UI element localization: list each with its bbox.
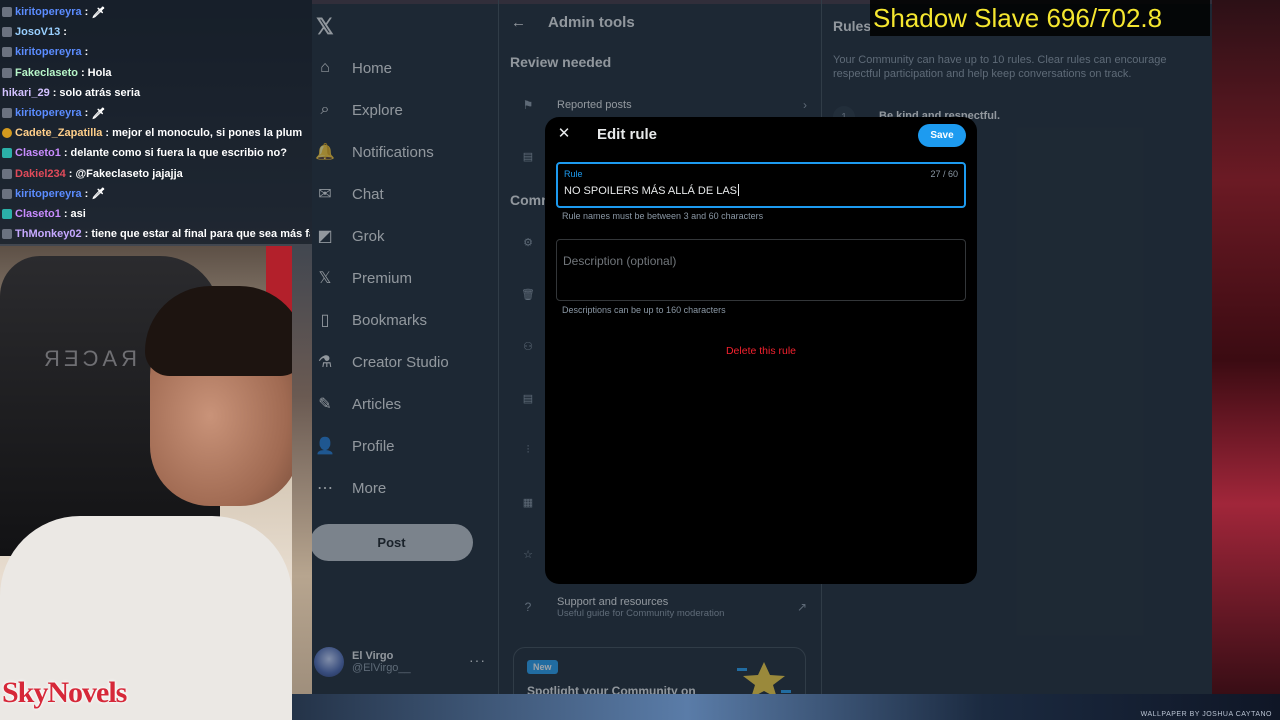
chat-badge-icon	[2, 229, 12, 240]
chat-message: Claseto1: asi	[2, 204, 310, 224]
edit-rule-dialog: ✕ Edit rule Save Rule 27 / 60 NO SPOILER…	[545, 117, 977, 584]
chat-badge-icon	[2, 67, 12, 78]
rule-char-count: 27 / 60	[930, 169, 958, 179]
chat-text: @Fakeclaseto jajajja	[75, 167, 183, 180]
chat-badge-icon	[2, 128, 12, 139]
chat-username[interactable]: JosoV13	[15, 26, 60, 38]
chat-username[interactable]: Claseto1	[15, 208, 61, 220]
chat-badge-icon	[2, 168, 12, 179]
chat-username[interactable]: ThMonkey02	[15, 228, 82, 240]
save-button[interactable]: Save	[918, 124, 966, 147]
stream-background-right	[1212, 0, 1280, 720]
chat-text: delante como si fuera la que escribio no…	[70, 147, 287, 160]
chat-message: JosoV13:	[2, 22, 310, 42]
chat-text: mejor el monoculo, si pones la plum	[112, 127, 303, 140]
chat-message: kiritopereyra: 🗡	[2, 2, 310, 22]
chat-text: 🗡	[91, 107, 106, 120]
chat-username[interactable]: kiritopereyra	[15, 188, 82, 200]
stream-title-overlay: Shadow Slave 696/702.8	[870, 0, 1210, 36]
description-placeholder: Description (optional)	[563, 254, 677, 268]
chat-username[interactable]: Cadete_Zapatilla	[15, 127, 102, 139]
brand-logo: SkyNovels	[2, 676, 127, 709]
chat-badge-icon	[2, 108, 12, 119]
description-field[interactable]: Description (optional)	[556, 239, 966, 301]
text-caret	[738, 184, 740, 196]
dialog-title: Edit rule	[597, 126, 658, 143]
close-icon[interactable]: ✕	[557, 126, 571, 141]
rule-name-field[interactable]: Rule 27 / 60 NO SPOILERS MÁS ALLÁ DE LAS	[556, 162, 966, 208]
chat-message: hikari_29: solo atrás seria	[2, 86, 141, 99]
chat-text: tiene que estar al final para que sea má…	[91, 228, 310, 241]
chat-message: Cadete_Zapatilla: mejor el monoculo, si p…	[2, 123, 310, 143]
chat-message: kiritopereyra: 🗡	[2, 184, 310, 204]
chat-text: solo atrás seria	[59, 86, 141, 99]
chat-message: Dakiel234: @Fakeclaseto jajajja	[2, 164, 310, 184]
chat-message: Claseto1: delante como si fuera la que es…	[2, 143, 310, 163]
rule-field-label: Rule	[564, 169, 583, 179]
chat-message: kiritopereyra:	[2, 42, 310, 62]
chat-username[interactable]: Dakiel234	[15, 168, 66, 180]
chat-text: 🗡	[91, 6, 106, 19]
chat-badge-icon	[2, 47, 12, 58]
rule-name-input[interactable]: NO SPOILERS MÁS ALLÁ DE LAS	[564, 184, 740, 197]
stream-chat: kiritopereyra: 🗡 JosoV13: kiritopereyra: Fak…	[0, 0, 312, 244]
chat-message: kiritopereyra: 🗡	[2, 103, 310, 123]
webcam-feed: RACER	[0, 246, 292, 720]
chat-message: ThMonkey02: tiene que estar al final para…	[2, 224, 310, 244]
chat-badge-icon	[2, 208, 12, 219]
chat-text: Hola	[87, 66, 112, 79]
chat-badge-icon	[2, 7, 12, 18]
description-hint: Descriptions can be up to 160 characters	[562, 305, 726, 315]
chat-username[interactable]: Claseto1	[15, 147, 61, 159]
chat-username[interactable]: Fakeclaseto	[15, 67, 78, 79]
chat-badge-icon	[2, 148, 12, 159]
chat-badge-icon	[2, 188, 12, 199]
chat-username[interactable]: kiritopereyra	[15, 6, 82, 18]
chat-username[interactable]: hikari_29	[2, 87, 50, 99]
wallpaper-credit: WALLPAPER BY JOSHUA CAYTANO	[1140, 711, 1272, 718]
chat-username[interactable]: kiritopereyra	[15, 46, 82, 58]
chat-username[interactable]: kiritopereyra	[15, 107, 82, 119]
chat-text: 🗡	[91, 188, 106, 201]
x-app-window: 𝕏 ⌂ Home ⌕ Explore 🔔 Notifications ✉ Chat ◩ Grok 𝕏…	[312, 0, 1212, 694]
chat-text: asi	[70, 207, 86, 220]
delete-rule-button[interactable]: Delete this rule	[545, 345, 977, 357]
chat-message: Fakeclaseto: Hola	[2, 63, 310, 83]
rule-hint: Rule names must be between 3 and 60 char…	[562, 211, 764, 221]
desktop-wallpaper-strip: WALLPAPER BY JOSHUA CAYTANO	[292, 694, 1280, 720]
chat-badge-icon	[2, 27, 12, 38]
